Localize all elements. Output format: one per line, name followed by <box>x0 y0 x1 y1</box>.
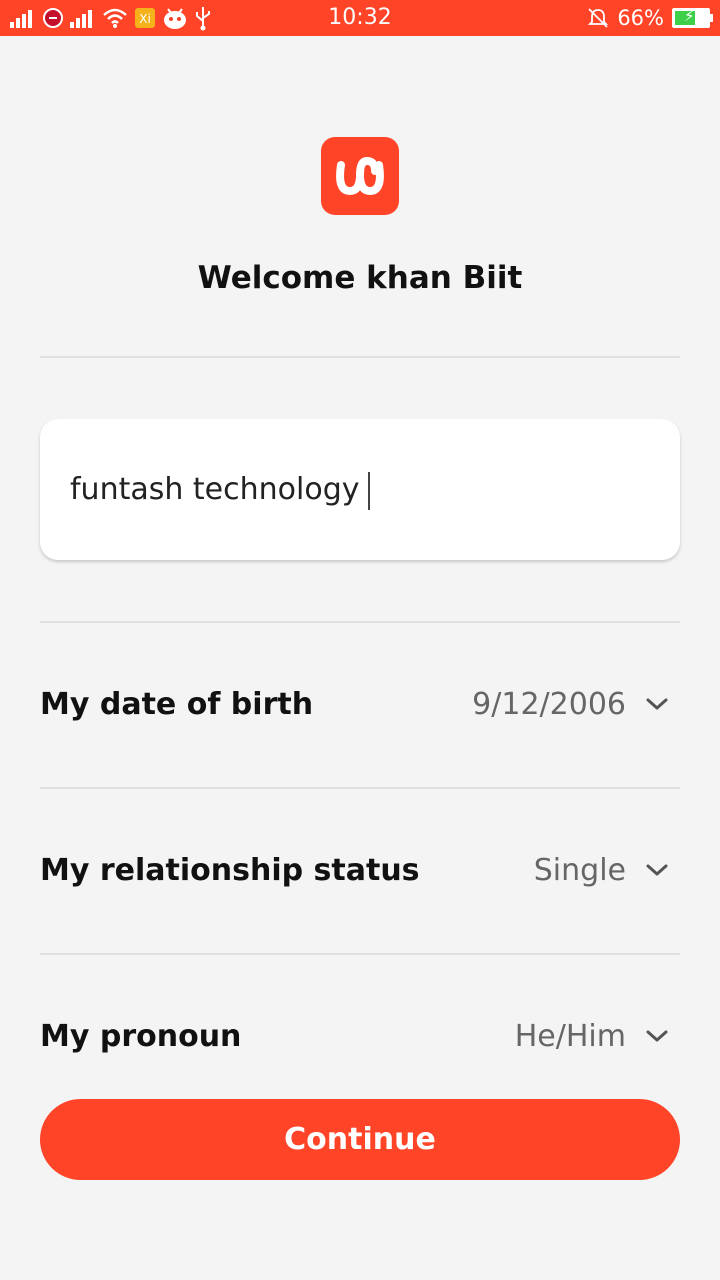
relationship-label: My relationship status <box>40 852 420 888</box>
relationship-value: Single <box>533 852 626 888</box>
battery-percent: 66% <box>617 6 664 30</box>
divider <box>40 787 680 789</box>
name-input[interactable]: funtash technology <box>40 419 680 560</box>
divider <box>40 356 680 358</box>
divider <box>40 621 680 623</box>
pronoun-selector[interactable]: He/Him <box>515 1019 680 1054</box>
name-input-value: funtash technology <box>70 472 360 507</box>
chevron-down-icon[interactable] <box>642 1021 672 1051</box>
battery-charging-icon: ⚡ <box>672 7 713 28</box>
dob-selector[interactable]: 9/12/2006 <box>472 687 680 722</box>
status-icons-right: 66% ⚡ <box>587 4 713 32</box>
dob-label: My date of birth <box>40 686 314 722</box>
pronoun-row[interactable]: My pronoun He/Him <box>40 1004 680 1068</box>
app-logo-icon <box>321 137 399 215</box>
text-caret <box>367 471 370 510</box>
welcome-title: Welcome khan Biit <box>197 260 523 296</box>
relationship-selector[interactable]: Single <box>534 853 680 888</box>
pronoun-value: He/Him <box>514 1018 626 1054</box>
dob-value: 9/12/2006 <box>472 686 626 722</box>
chevron-down-icon[interactable] <box>642 689 672 719</box>
relationship-row[interactable]: My relationship status Single <box>40 838 680 902</box>
status-bar: Xi 10:32 66% ⚡ <box>0 0 720 36</box>
continue-button[interactable]: Continue <box>40 1099 680 1180</box>
dob-row[interactable]: My date of birth 9/12/2006 <box>40 672 680 736</box>
pronoun-label: My pronoun <box>40 1018 242 1054</box>
mute-icon <box>588 8 609 28</box>
chevron-down-icon[interactable] <box>642 855 672 885</box>
divider <box>40 953 680 955</box>
name-input-value-wrap: funtash technology <box>70 469 370 511</box>
